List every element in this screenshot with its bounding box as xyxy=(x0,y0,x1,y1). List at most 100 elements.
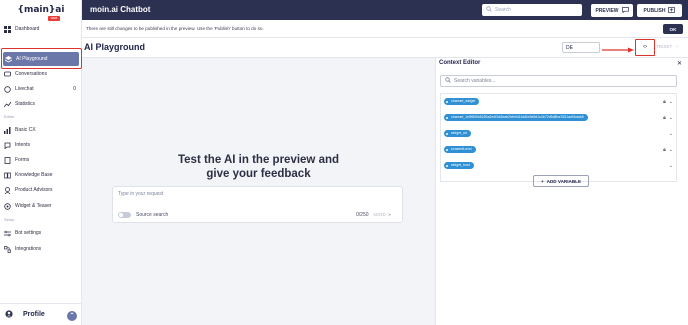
forms-icon xyxy=(4,156,11,164)
source-search-toggle[interactable] xyxy=(118,212,131,218)
sidebar-item-basic-cx[interactable]: Basic CX xyxy=(0,123,82,137)
sidebar-item-label: Widget & Teaser xyxy=(15,203,52,209)
heading-line-1: Test the AI in the preview and xyxy=(177,154,340,166)
sidebar-item-label: Forms xyxy=(15,157,30,163)
knowledge-base-icon xyxy=(4,172,11,179)
sidebar-item-bot-settings[interactable]: Bot settings xyxy=(0,226,82,240)
notice-text: There are still changes to be published … xyxy=(86,26,264,31)
sidebar-item-label: Intents xyxy=(15,142,31,148)
bot-settings-icon xyxy=(4,230,11,237)
profile-menu[interactable]: Profile ⌃ xyxy=(0,303,82,325)
sidebar-item-widget-teaser[interactable]: Widget & Teaser xyxy=(0,199,82,213)
logo-tag: WEB xyxy=(48,16,60,21)
basic-cx-icon xyxy=(4,126,11,134)
user-icon xyxy=(5,309,13,320)
plus-icon: + xyxy=(540,178,544,184)
variable-chip[interactable]: widget_url xyxy=(444,130,471,137)
search-input[interactable]: Search xyxy=(482,4,582,16)
lock-icon: 🔒︎ xyxy=(663,147,666,153)
chevron-down-icon: ⌄ xyxy=(675,43,680,48)
ok-button[interactable]: OK xyxy=(663,24,683,34)
context-editor-title: Context Editor xyxy=(439,60,481,66)
variable-row[interactable]: consentLevel 🔒︎ ⌄ xyxy=(441,144,676,156)
lock-icon: 🔒︎ xyxy=(663,99,666,105)
chevron-down-icon[interactable]: ⌄ xyxy=(669,147,673,153)
variable-chip[interactable]: widget_host xyxy=(444,162,474,169)
sidebar-item-knowledge-base[interactable]: Knowledge Base xyxy=(0,168,82,182)
chat-input[interactable]: Type in your request xyxy=(118,191,163,197)
chevron-down-icon[interactable]: ⌄ xyxy=(669,99,673,105)
sidebar-item-label: Integrations xyxy=(15,246,42,252)
dashboard-icon xyxy=(4,25,11,33)
sidebar-item-dashboard[interactable]: Dashboard xyxy=(0,22,82,36)
conversations-icon xyxy=(4,71,11,78)
chevron-down-icon[interactable]: ⌄ xyxy=(669,115,673,121)
chevron-down-icon[interactable]: ⌄ xyxy=(669,131,673,137)
char-counter: 0/250 xyxy=(356,212,369,218)
profile-label: Profile xyxy=(23,311,45,318)
variable-chip[interactable]: channel_1e5f890b5250a2e4f2d6bab2bfe9d1fd… xyxy=(444,114,588,121)
add-variable-button[interactable]: + ADD VARIABLE xyxy=(533,175,589,187)
variable-row[interactable]: channel_1e5f890b5250a2e4f2d6bab2bfe9d1fd… xyxy=(441,112,676,124)
annotation-arrow xyxy=(602,47,634,53)
livechat-icon xyxy=(4,85,11,93)
language-select[interactable]: DE xyxy=(562,42,600,53)
publish-label: PUBLISH xyxy=(643,7,666,14)
sidebar-item-label: Dashboard xyxy=(15,26,40,32)
playground-heading: Test the AI in the preview and give your… xyxy=(82,153,435,181)
send-button[interactable]: SEND ➤ xyxy=(373,212,392,218)
section-label-editor: Editor xyxy=(4,114,15,119)
search-icon xyxy=(445,77,451,85)
send-label: SEND xyxy=(373,212,386,217)
sidebar-item-label: Knowledge Base xyxy=(15,172,53,178)
highlight-box-sidebar xyxy=(1,48,82,69)
playground-main: Test the AI in the preview and give your… xyxy=(82,58,435,325)
preview-button[interactable]: PREVIEW xyxy=(591,4,633,17)
section-label-setup: Setup xyxy=(4,217,15,222)
search-icon xyxy=(486,6,492,14)
reset-button[interactable]: RESET ⌄ xyxy=(657,43,679,49)
code-braces-icon: ‹› xyxy=(643,44,647,50)
variable-search-input[interactable]: Search variables... xyxy=(440,75,677,87)
intents-icon xyxy=(4,142,11,149)
sidebar: {main}ai WEB Dashboard AI Playground Con… xyxy=(0,0,82,325)
variable-row[interactable]: widget_url ⌄ xyxy=(441,128,676,140)
publish-button[interactable]: PUBLISH xyxy=(637,4,682,17)
sidebar-item-label: Product Advisors xyxy=(15,187,53,193)
reset-label: RESET xyxy=(657,43,673,49)
sidebar-item-forms[interactable]: Forms xyxy=(0,153,82,167)
chat-input-box[interactable]: Type in your request Source search 0/250… xyxy=(112,186,403,223)
search-placeholder: Search xyxy=(495,7,511,13)
close-icon[interactable]: ✕ xyxy=(677,60,682,67)
integrations-icon xyxy=(4,245,11,253)
context-editor-toggle-button[interactable]: ‹› xyxy=(639,41,651,53)
app-window: {main}ai WEB Dashboard AI Playground Con… xyxy=(0,0,688,325)
widget-icon xyxy=(4,202,11,210)
variable-chip[interactable]: consentLevel xyxy=(444,146,476,153)
context-editor-panel: Context Editor ✕ Search variables... cha… xyxy=(435,58,688,325)
preview-label: PREVIEW xyxy=(595,7,619,14)
add-variable-label: ADD VARIABLE xyxy=(546,178,582,184)
chevron-down-icon[interactable]: ⌄ xyxy=(669,163,673,169)
sidebar-item-conversations[interactable]: Conversations xyxy=(0,67,82,81)
variable-list: channel_widget 🔒︎ ⌄ channel_1e5f890b5250a… xyxy=(440,93,677,182)
chat-icon xyxy=(621,6,629,15)
livechat-count-badge: 0 xyxy=(73,86,76,92)
page-header: AI Playground DE ‹› RESET ⌄ xyxy=(82,38,688,58)
variable-row[interactable]: widget_host ⌄ xyxy=(441,160,676,172)
sidebar-item-label: Statistics xyxy=(15,101,36,107)
logo[interactable]: {main}ai xyxy=(0,0,82,20)
variable-chip[interactable]: channel_widget xyxy=(444,98,480,105)
sidebar-item-integrations[interactable]: Integrations xyxy=(0,242,82,256)
chevron-up-icon[interactable]: ⌃ xyxy=(67,311,77,321)
heading-line-2: give your feedback xyxy=(206,168,311,180)
sidebar-item-intents[interactable]: Intents xyxy=(0,138,82,152)
variable-row[interactable]: channel_widget 🔒︎ ⌄ xyxy=(441,96,676,108)
sidebar-item-statistics[interactable]: Statistics xyxy=(0,97,82,111)
sidebar-item-product-advisors[interactable]: Product Advisors xyxy=(0,183,82,197)
product-advisors-icon xyxy=(4,186,11,194)
sidebar-item-livechat[interactable]: Livechat 0 xyxy=(0,82,82,96)
publish-icon xyxy=(668,6,676,15)
source-search-label: Source search xyxy=(136,212,169,218)
page-title: AI Playground xyxy=(84,42,146,52)
